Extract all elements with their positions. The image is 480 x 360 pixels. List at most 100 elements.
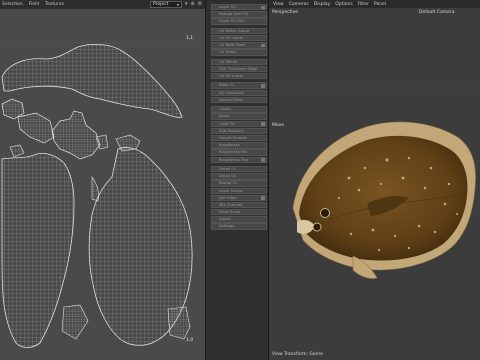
layer-list-item-label: Detail 02: [219, 173, 237, 179]
layer-list-item-label: Bake 01: [219, 82, 235, 88]
visibility-toggle[interactable]: [261, 43, 265, 48]
viewport-panel[interactable]: View Cameras Display Options Filter Pane…: [269, 0, 480, 360]
layer-list-item[interactable]: Roughness Mix: [211, 149, 267, 156]
uv-shell-jaw: [51, 110, 101, 160]
visibility-toggle[interactable]: [261, 5, 265, 10]
layer-list-item[interactable]: AO Occlusion: [211, 89, 267, 97]
filter-icon[interactable]: ▾: [185, 1, 188, 7]
layer-list-item[interactable]: Retopo Grid Fill: [211, 11, 267, 18]
layer-list-item-label: Roughness Tint: [219, 156, 249, 162]
fish-eye-upper: [320, 208, 330, 218]
layer-list-item-label: Normal Base: [219, 96, 244, 102]
layer-list-item-label: Mix Channel: [219, 201, 243, 207]
layer-list-item-label: UV Belly Shell: [219, 42, 246, 48]
flounder-model[interactable]: [292, 121, 476, 279]
layer-list-item[interactable]: Layer 02 UVs: [211, 18, 267, 25]
layer-list-item[interactable]: UV Stitch Group: [211, 27, 267, 35]
layer-list-item-label: Detail 01: [219, 165, 237, 171]
layer-list-item-label: UV Fin Lower: [219, 73, 244, 79]
layer-list-item[interactable]: Mask Scale: [211, 209, 267, 216]
layer-list-item[interactable]: Mix Channel: [211, 201, 267, 209]
layer-list-item[interactable]: Detail 01: [211, 165, 267, 173]
layer-list-item-label: Roughness: [219, 142, 240, 148]
layer-list-item[interactable]: Height Smooth: [211, 135, 267, 142]
layer-list-item-label: UV Mouth: [219, 58, 238, 64]
layer-list-item[interactable]: Layer 01: [211, 4, 267, 11]
layer-list-item-label: Height Smooth: [219, 135, 248, 140]
vp-menu-cameras[interactable]: Cameras: [289, 2, 309, 7]
layer-list: Layer 01 Retopo Grid Fill Layer 02 UVs UV S…: [211, 4, 267, 231]
visibility-toggle[interactable]: [261, 84, 265, 88]
layer-list-item[interactable]: Adjust: [211, 216, 267, 223]
layer-list-item[interactable]: Sub Displace: [211, 127, 267, 135]
layer-list-item-label: Roughness Mix: [219, 149, 248, 155]
layer-list-item[interactable]: UV Head: [211, 49, 267, 56]
uv-tile-label-bottom: 1,0: [186, 338, 194, 343]
viewport-menubar: View Cameras Display Options Filter Pane…: [269, 0, 480, 8]
layer-list-item[interactable]: UV Fin Lower: [211, 73, 267, 80]
layer-list-item-label: Dirt Edge: [219, 194, 237, 200]
layer-list-item-label: UV Stitch Group: [219, 27, 250, 33]
layer-list-item[interactable]: Cavity: [211, 106, 267, 113]
layer-list-item[interactable]: UV Mouth: [211, 58, 267, 66]
uv-shell-fin-strip: [91, 176, 100, 202]
uv-menu-field[interactable]: Field: [29, 2, 39, 7]
uv-space-dropdown[interactable]: Project ▾: [150, 1, 182, 8]
uv-shell-tail-right: [167, 306, 191, 340]
vp-menu-options[interactable]: Options: [335, 2, 352, 7]
layer-list-item-label: Layer Group: [219, 187, 243, 193]
uv-shell-tail-left: [61, 304, 89, 340]
visibility-toggle[interactable]: [261, 196, 265, 200]
uv-space-value: Project: [153, 2, 169, 7]
uv-menu-textures[interactable]: Textures: [45, 2, 64, 7]
layer-list-item[interactable]: Stamp 01: [211, 180, 267, 187]
app-window: Selection Field Textures Project ▾ ▾ ⊕ ⚙: [0, 0, 480, 360]
layer-list-item-label: Fish Thickness Edge: [219, 65, 258, 71]
uv-menu-selection[interactable]: Selection: [2, 2, 23, 7]
layer-list-item-label: Retopo Grid Fill: [219, 11, 248, 17]
layer-list-item-label: UV Head: [219, 49, 236, 55]
layer-list-item-label: Spots: [219, 113, 230, 119]
settings-icon[interactable]: ⚙: [198, 1, 202, 7]
layer-list-item-label: Color Fill: [219, 120, 236, 126]
visibility-toggle[interactable]: [261, 158, 265, 162]
layer-list-item[interactable]: Layer Group: [211, 187, 267, 194]
uv-shell-head-left: [1, 98, 25, 120]
vp-menu-panel[interactable]: Panel: [374, 2, 386, 7]
layer-list-item[interactable]: UV Belly Shell: [211, 42, 267, 49]
vp-menu-display[interactable]: Display: [314, 2, 331, 7]
snap-icon[interactable]: ⊕: [191, 1, 195, 7]
uv-toolbar: ▾ ⊕ ⚙: [185, 1, 202, 7]
layer-list-item-label: Cavity: [219, 106, 232, 112]
uv-editor-panel: Selection Field Textures Project ▾ ▾ ⊕ ⚙: [0, 0, 205, 360]
chevron-down-icon: ▾: [176, 2, 179, 7]
uv-canvas[interactable]: [0, 9, 205, 360]
layer-list-item[interactable]: Roughness: [211, 142, 267, 149]
layer-list-item-label: Layer 01: [219, 4, 236, 9]
uv-shell-upper-fin: [1, 43, 183, 118]
uv-tile-label-top: 1,1: [186, 36, 194, 41]
layer-list-item[interactable]: Settings: [211, 223, 267, 230]
fish-eye-lower: [312, 222, 322, 232]
layer-list-item[interactable]: Dirt Edge: [211, 194, 267, 202]
layer-list-item-label: Stamp 01: [219, 180, 238, 186]
layer-list-item[interactable]: Detail 02: [211, 173, 267, 180]
layer-list-item-label: Sub Displace: [219, 127, 244, 133]
layer-list-item[interactable]: Bake 01: [211, 82, 267, 89]
layer-list-item-label: Layer 02 UVs: [219, 18, 245, 24]
layer-list-item[interactable]: Spots: [211, 113, 267, 120]
layer-list-item[interactable]: Fish Thickness Edge: [211, 65, 267, 73]
layer-list-item-label: Mask Scale: [219, 209, 241, 215]
layer-list-item[interactable]: UV Fin Upper: [211, 34, 267, 42]
visibility-toggle[interactable]: [261, 122, 265, 126]
uv-shell-head-mid: [17, 112, 55, 144]
vp-menu-filter[interactable]: Filter: [358, 2, 369, 7]
layer-list-item[interactable]: Roughness Tint: [211, 156, 267, 163]
layer-list-item-label: Settings: [219, 223, 235, 229]
layer-list-item[interactable]: Color Fill: [211, 120, 267, 128]
vp-menu-view[interactable]: View: [273, 2, 284, 7]
uv-shell-eye: [9, 144, 25, 158]
layer-list-item-label: AO Occlusion: [219, 89, 245, 95]
layer-list-item[interactable]: Normal Base: [211, 96, 267, 104]
viewport-canvas[interactable]: [269, 8, 480, 360]
